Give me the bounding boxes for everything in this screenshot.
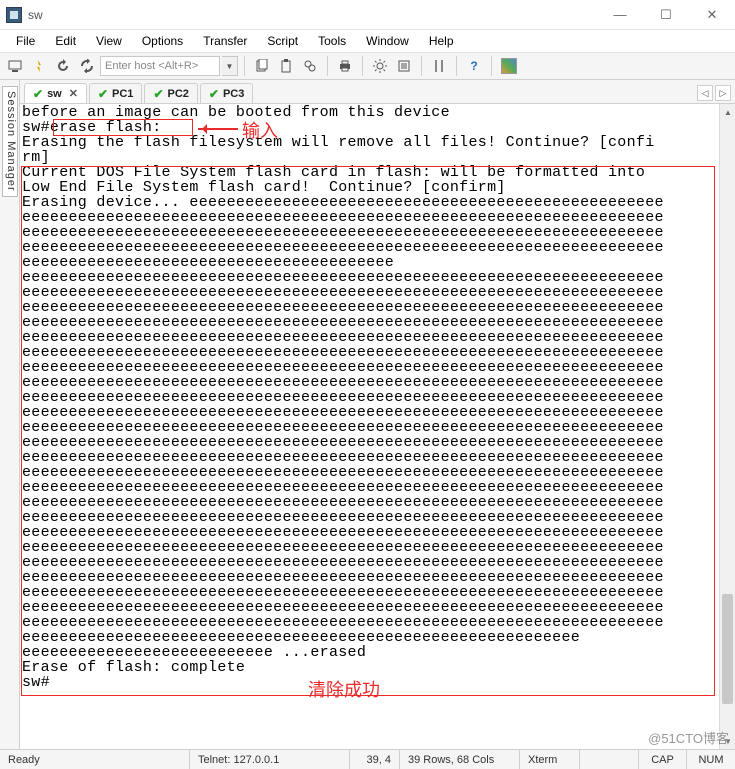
tab-sw[interactable]: ✔ sw ✕ [24, 83, 87, 103]
window-controls: — ☐ ✕ [597, 0, 735, 30]
toolbar-separator [244, 56, 245, 76]
work-area: Session Manager ✔ sw ✕ ✔ PC1 ✔ PC2 ✔ PC3 [0, 80, 735, 749]
tab-prev-icon[interactable]: ◁ [697, 85, 713, 101]
terminal-scrollbar[interactable]: ▲ ▼ [719, 104, 735, 749]
tab-nav: ◁ ▷ [697, 85, 731, 103]
minimize-button[interactable]: — [597, 0, 643, 30]
window-title: sw [28, 8, 43, 22]
toolbar-print-icon[interactable] [334, 55, 356, 77]
menu-options[interactable]: Options [132, 32, 193, 50]
menu-file[interactable]: File [6, 32, 45, 50]
toolbar-separator [491, 56, 492, 76]
toolbar-separator [327, 56, 328, 76]
toolbar-find-icon[interactable] [299, 55, 321, 77]
menu-view[interactable]: View [86, 32, 132, 50]
toolbar-paste-icon[interactable] [275, 55, 297, 77]
toolbar-toggle-icon[interactable] [428, 55, 450, 77]
menu-window[interactable]: Window [356, 32, 419, 50]
scroll-thumb[interactable] [722, 594, 733, 704]
status-spacer [580, 750, 639, 769]
maximize-button[interactable]: ☐ [643, 0, 689, 30]
status-capslock: CAP [639, 750, 687, 769]
toolbar-settings-icon[interactable] [369, 55, 391, 77]
toolbar-separator [421, 56, 422, 76]
toolbar-reconnect-icon[interactable] [52, 55, 74, 77]
session-tabs: ✔ sw ✕ ✔ PC1 ✔ PC2 ✔ PC3 ◁ ▷ [20, 80, 735, 104]
toolbar-separator [456, 56, 457, 76]
session-manager-tab[interactable]: Session Manager [0, 80, 20, 749]
tab-pc1[interactable]: ✔ PC1 [89, 83, 142, 103]
status-check-icon: ✔ [153, 87, 163, 101]
terminal-wrap: before an image can be booted from this … [20, 104, 735, 749]
status-terminal-type: Xterm [520, 750, 580, 769]
status-bar: Ready Telnet: 127.0.0.1 39, 4 39 Rows, 6… [0, 749, 735, 769]
toolbar-copy-icon[interactable] [251, 55, 273, 77]
status-dimensions: 39 Rows, 68 Cols [400, 750, 520, 769]
menu-script[interactable]: Script [257, 32, 308, 50]
tab-pc2[interactable]: ✔ PC2 [144, 83, 197, 103]
toolbar-help-icon[interactable]: ? [463, 55, 485, 77]
watermark: @51CTO博客 [648, 728, 729, 747]
menu-help[interactable]: Help [419, 32, 464, 50]
terminal-output[interactable]: before an image can be booted from this … [20, 104, 719, 749]
menu-transfer[interactable]: Transfer [193, 32, 257, 50]
tab-label: PC1 [112, 88, 133, 100]
scroll-up-icon[interactable]: ▲ [720, 104, 735, 120]
tab-next-icon[interactable]: ▷ [715, 85, 731, 101]
status-numlock: NUM [687, 750, 735, 769]
host-input[interactable]: Enter host <Alt+R> [100, 56, 220, 76]
tab-label: sw [47, 88, 62, 100]
toolbar-quick-connect-icon[interactable] [28, 55, 50, 77]
status-check-icon: ✔ [33, 87, 43, 101]
toolbar-disconnect-icon[interactable] [76, 55, 98, 77]
title-bar: sw — ☐ ✕ [0, 0, 735, 30]
toolbar-connect-icon[interactable] [4, 55, 26, 77]
menu-tools[interactable]: Tools [308, 32, 356, 50]
toolbar-separator [362, 56, 363, 76]
tab-pc3[interactable]: ✔ PC3 [200, 83, 253, 103]
close-button[interactable]: ✕ [689, 0, 735, 30]
menu-edit[interactable]: Edit [45, 32, 86, 50]
status-check-icon: ✔ [209, 87, 219, 101]
host-placeholder: Enter host <Alt+R> [105, 60, 198, 72]
status-state: Ready [0, 750, 190, 769]
tab-label: PC3 [223, 88, 244, 100]
session-manager-label: Session Manager [2, 86, 18, 197]
app-icon [6, 7, 22, 23]
toolbar-color-icon[interactable] [498, 55, 520, 77]
content-column: ✔ sw ✕ ✔ PC1 ✔ PC2 ✔ PC3 ◁ ▷ before [20, 80, 735, 749]
status-check-icon: ✔ [98, 87, 108, 101]
toolbar-session-options-icon[interactable] [393, 55, 415, 77]
toolbar: Enter host <Alt+R> ▼ ? [0, 52, 735, 80]
status-telnet: Telnet: 127.0.0.1 [190, 750, 350, 769]
close-tab-icon[interactable]: ✕ [69, 87, 78, 100]
tab-label: PC2 [168, 88, 189, 100]
menu-bar: File Edit View Options Transfer Script T… [0, 30, 735, 52]
host-dropdown-icon[interactable]: ▼ [222, 56, 238, 76]
status-cursor: 39, 4 [350, 750, 400, 769]
